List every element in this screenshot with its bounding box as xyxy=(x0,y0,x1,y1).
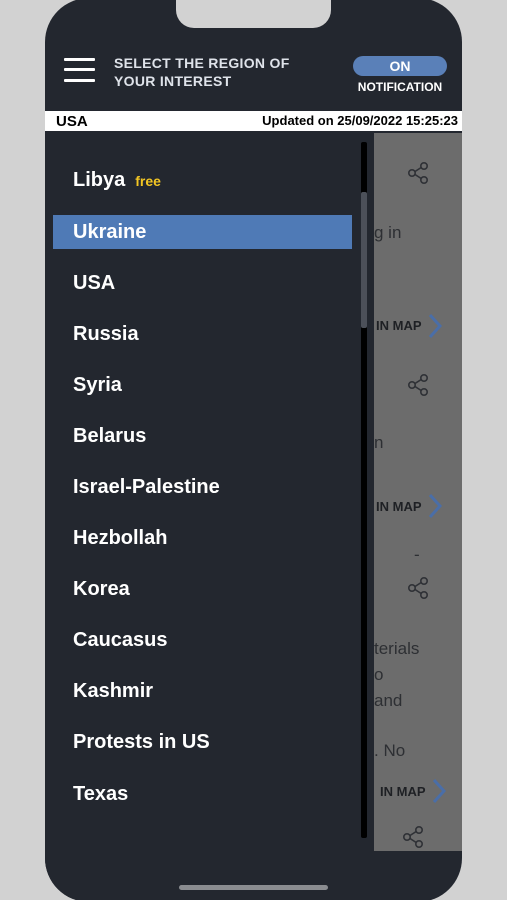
background-feed: g in IN MAP n IN MAP - terials o and . N… xyxy=(374,133,462,851)
region-item-label: Caucasus xyxy=(73,629,168,651)
region-item-label: Korea xyxy=(73,578,130,600)
region-item-label: Ukraine xyxy=(73,221,147,243)
region-item-caucasus[interactable]: Caucasus xyxy=(53,623,352,657)
header-title: SELECT THE REGION OF YOUR INTEREST xyxy=(114,55,290,89)
region-item-label: Hezbollah xyxy=(73,527,168,549)
share-icon[interactable] xyxy=(407,373,429,397)
text-fragment: g in xyxy=(374,223,402,242)
view-in-map-link[interactable]: IN MAP xyxy=(376,499,422,514)
view-in-map-link[interactable]: IN MAP xyxy=(380,784,426,799)
text-fragment: o xyxy=(374,665,384,684)
region-item-protests-in-us[interactable]: Protests in US xyxy=(53,725,352,759)
region-item-label: Belarus xyxy=(73,425,147,447)
info-bar: USA Updated on 25/09/2022 15:25:23 xyxy=(45,110,462,132)
share-icon[interactable] xyxy=(407,161,429,185)
region-item-label: Texas xyxy=(73,783,129,805)
region-drawer: Libya free Ukraine USA Russia Syria Belar… xyxy=(45,132,374,900)
region-item-israel-palestine[interactable]: Israel-Palestine xyxy=(53,470,352,504)
region-item-syria[interactable]: Syria xyxy=(53,368,352,402)
hamburger-menu-icon[interactable] xyxy=(64,56,96,84)
text-fragment: and xyxy=(374,691,403,710)
region-item-label: Israel-Palestine xyxy=(73,476,220,498)
region-item-libya[interactable]: Libya free xyxy=(53,163,352,197)
chevron-right-icon[interactable] xyxy=(428,493,442,519)
region-item-kashmir[interactable]: Kashmir xyxy=(53,674,352,708)
region-item-label: Russia xyxy=(73,323,139,345)
share-icon[interactable] xyxy=(402,825,424,849)
region-item-usa[interactable]: USA xyxy=(53,266,352,300)
view-in-map-link[interactable]: IN MAP xyxy=(376,318,422,333)
phone-frame: SELECT THE REGION OF YOUR INTEREST ON NO… xyxy=(45,0,462,900)
text-fragment: . No xyxy=(374,741,406,760)
region-item-label: Protests in US xyxy=(73,731,210,753)
notification-label: NOTIFICATION xyxy=(357,80,443,94)
region-item-label: Kashmir xyxy=(73,680,154,702)
region-item-korea[interactable]: Korea xyxy=(53,572,352,606)
region-item-label: Libya xyxy=(73,169,126,191)
text-fragment: n xyxy=(374,433,384,452)
current-region: USA xyxy=(56,113,88,130)
region-item-russia[interactable]: Russia xyxy=(53,317,352,351)
free-badge: free xyxy=(135,173,161,189)
scrollbar-thumb[interactable] xyxy=(361,192,367,328)
region-item-label: USA xyxy=(73,272,116,294)
region-item-belarus[interactable]: Belarus xyxy=(53,419,352,453)
text-fragment: terials xyxy=(374,639,420,658)
top-bar: SELECT THE REGION OF YOUR INTEREST ON NO… xyxy=(45,0,462,110)
region-item-ukraine[interactable]: Ukraine xyxy=(53,215,352,249)
region-item-hezbollah[interactable]: Hezbollah xyxy=(53,521,352,555)
share-icon[interactable] xyxy=(407,576,429,600)
chevron-right-icon[interactable] xyxy=(428,313,442,339)
notification-toggle[interactable]: ON xyxy=(353,56,447,76)
updated-timestamp: Updated on 25/09/2022 15:25:23 xyxy=(262,113,458,128)
home-indicator[interactable] xyxy=(179,885,328,890)
chevron-right-icon[interactable] xyxy=(432,778,446,804)
region-item-label: Syria xyxy=(73,374,122,396)
region-item-texas[interactable]: Texas xyxy=(53,777,352,811)
text-fragment: - xyxy=(414,545,420,564)
